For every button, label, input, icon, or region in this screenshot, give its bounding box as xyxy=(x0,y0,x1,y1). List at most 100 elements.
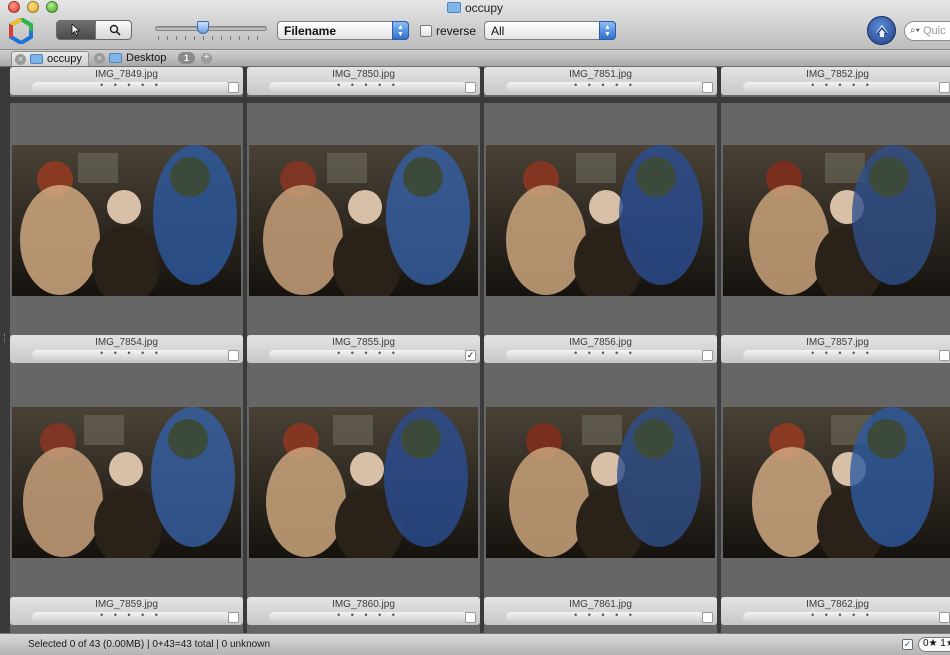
thumbnail-image[interactable] xyxy=(723,145,950,296)
plus-icon[interactable]: + xyxy=(201,53,212,64)
thumbnail-label: IMG_7850.jpg • • • • • xyxy=(247,67,480,95)
thumbnail-image[interactable] xyxy=(723,407,950,558)
zoom-tool-button[interactable] xyxy=(95,21,131,39)
rating-dots: • • • • • xyxy=(574,348,636,358)
filter-select[interactable]: All ▲ ▼ xyxy=(484,21,616,40)
rating-dots: • • • • • xyxy=(100,80,162,90)
rating-strip[interactable]: • • • • • xyxy=(269,348,467,360)
thumbnail-image[interactable] xyxy=(486,145,715,296)
thumbnail-cell[interactable]: IMG_7862.jpg • • • • • xyxy=(721,365,950,633)
share-button[interactable] xyxy=(867,16,896,45)
thumbnail-cell[interactable]: IMG_7857.jpg • • • • • xyxy=(721,103,950,393)
thumbnail-label: IMG_7862.jpg • • • • • xyxy=(721,597,950,625)
thumbnail-cell[interactable]: IMG_7851.jpg • • • • • xyxy=(484,67,717,97)
rating-strip[interactable]: • • • • • xyxy=(743,80,941,92)
tab-label: Desktop xyxy=(126,52,167,64)
filename-label: IMG_7854.jpg xyxy=(95,337,158,348)
thumbnail-cell[interactable]: IMG_7850.jpg • • • • • xyxy=(247,67,480,97)
slider-ticks xyxy=(158,36,266,40)
rating-strip[interactable]: • • • • • xyxy=(32,348,230,360)
close-icon[interactable]: × xyxy=(94,53,105,64)
rating-strip[interactable]: • • • • • xyxy=(32,610,230,622)
thumbnail-image[interactable] xyxy=(12,145,241,296)
select-checkbox[interactable]: ✓ xyxy=(465,350,476,361)
rating-dots: • • • • • xyxy=(100,610,162,620)
select-checkbox[interactable] xyxy=(465,82,476,93)
rating-dots: • • • • • xyxy=(574,80,636,90)
rating-strip[interactable]: • • • • • xyxy=(269,610,467,622)
rating-strip[interactable]: • • • • • xyxy=(506,348,704,360)
rating-dots: • • • • • xyxy=(337,610,399,620)
folder-icon xyxy=(446,2,461,13)
select-checkbox[interactable] xyxy=(939,82,950,93)
slider-thumb[interactable] xyxy=(197,21,209,34)
thumbnail-cell[interactable]: IMG_7856.jpg • • • • • xyxy=(484,103,717,393)
select-checkbox[interactable] xyxy=(939,350,950,361)
tool-selector xyxy=(56,20,132,40)
filename-label: IMG_7861.jpg xyxy=(569,599,632,610)
folder-icon xyxy=(109,53,122,63)
close-icon[interactable]: × xyxy=(15,54,26,65)
thumbnail-cell[interactable]: IMG_7860.jpg • • • • • xyxy=(247,365,480,633)
thumbnail-label: IMG_7849.jpg • • • • • xyxy=(10,67,243,95)
thumbnail-label: IMG_7859.jpg • • • • • xyxy=(10,597,243,625)
select-checkbox[interactable] xyxy=(228,82,239,93)
thumbnail-cell[interactable]: IMG_7855.jpg • • • • • ✓ xyxy=(247,103,480,393)
reverse-checkbox[interactable] xyxy=(420,25,432,37)
select-checkbox[interactable] xyxy=(702,612,713,623)
thumbnail-label: IMG_7861.jpg • • • • • xyxy=(484,597,717,625)
select-checkbox[interactable] xyxy=(939,612,950,623)
select-checkbox[interactable] xyxy=(228,350,239,361)
magnifier-icon xyxy=(109,24,121,36)
rating-dots: • • • • • xyxy=(811,348,873,358)
thumbnail-label: IMG_7854.jpg • • • • • xyxy=(10,335,243,363)
filename-label: IMG_7855.jpg xyxy=(332,337,395,348)
thumbnail-size-slider[interactable] xyxy=(155,26,267,31)
checkmark-icon[interactable]: ✓ xyxy=(902,639,913,650)
thumbnail-grid: IMG_7849.jpg • • • • • IMG_7850.jpg • • • •… xyxy=(0,67,950,633)
rating-strip[interactable]: • • • • • xyxy=(506,80,704,92)
app-logo-icon[interactable] xyxy=(8,18,34,44)
rating-strip[interactable]: • • • • • xyxy=(32,80,230,92)
thumbnail-image[interactable] xyxy=(12,407,241,558)
thumbnail-image[interactable] xyxy=(249,407,478,558)
select-tool-button[interactable] xyxy=(57,21,95,39)
thumbnail-cell[interactable]: IMG_7861.jpg • • • • • xyxy=(484,365,717,633)
thumbnail-cell[interactable]: IMG_7854.jpg • • • • • xyxy=(10,103,243,393)
sort-field-select[interactable]: Filename ▲ ▼ xyxy=(277,21,409,40)
thumbnail-image[interactable] xyxy=(486,407,715,558)
thumbnail-label: IMG_7856.jpg • • • • • xyxy=(484,335,717,363)
filename-label: IMG_7851.jpg xyxy=(569,69,632,80)
filename-label: IMG_7849.jpg xyxy=(95,69,158,80)
rating-strip[interactable]: • • • • • xyxy=(743,348,941,360)
tab-count-badge: 1 xyxy=(178,52,195,64)
search-input[interactable]: ⌕▾ Quic xyxy=(904,21,950,41)
rating-strip[interactable]: • • • • • xyxy=(269,80,467,92)
resize-grip[interactable] xyxy=(4,334,7,342)
filename-label: IMG_7859.jpg xyxy=(95,599,158,610)
thumbnail-cell[interactable]: IMG_7859.jpg • • • • • xyxy=(10,365,243,633)
thumbnail-label: IMG_7851.jpg • • • • • xyxy=(484,67,717,95)
select-checkbox[interactable] xyxy=(702,82,713,93)
tab-bar: × occupy × Desktop 1 + xyxy=(0,50,950,67)
thumbnail-cell[interactable]: IMG_7849.jpg • • • • • xyxy=(10,67,243,97)
share-icon xyxy=(875,24,888,37)
thumbnail-image[interactable] xyxy=(249,145,478,296)
tab-occupy[interactable]: × occupy xyxy=(11,51,89,66)
rating-strip[interactable]: • • • • • xyxy=(506,610,704,622)
window-title: occupy xyxy=(0,1,950,15)
search-icon: ⌕▾ xyxy=(910,25,920,36)
rating-filter[interactable]: 0★ 1★ xyxy=(918,637,950,652)
reverse-label: reverse xyxy=(436,24,477,38)
rating-dots: • • • • • xyxy=(811,610,873,620)
status-text: Selected 0 of 43 (0.00MB) | 0+43=43 tota… xyxy=(28,639,271,650)
rating-strip[interactable]: • • • • • xyxy=(743,610,941,622)
filename-label: IMG_7850.jpg xyxy=(332,69,395,80)
select-checkbox[interactable] xyxy=(702,350,713,361)
select-checkbox[interactable] xyxy=(228,612,239,623)
select-checkbox[interactable] xyxy=(465,612,476,623)
arrow-cursor-icon xyxy=(71,24,81,36)
rating-dots: • • • • • xyxy=(337,348,399,358)
thumbnail-cell[interactable]: IMG_7852.jpg • • • • • xyxy=(721,67,950,97)
tab-label: occupy xyxy=(47,53,82,65)
